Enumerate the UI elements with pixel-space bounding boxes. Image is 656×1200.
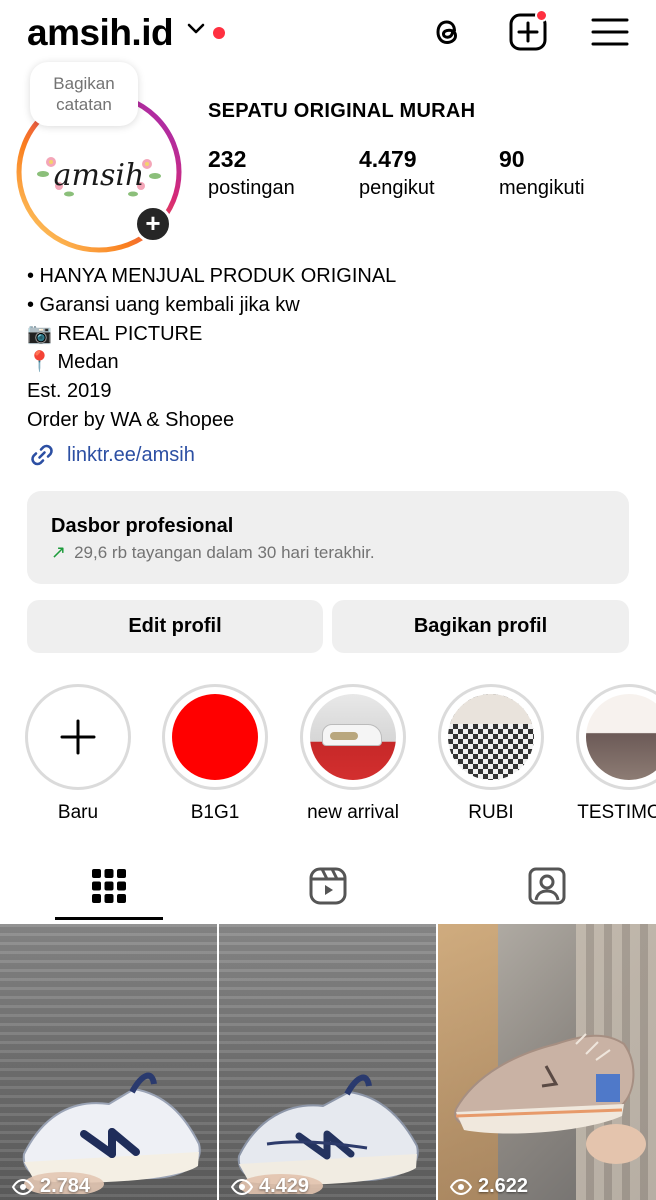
active-tab-indicator — [55, 917, 163, 920]
stat-following[interactable]: 90 mengikuti — [499, 146, 585, 200]
dashboard-title: Dasbor profesional — [51, 515, 234, 537]
menu-icon[interactable] — [590, 12, 630, 52]
highlight-circle — [438, 684, 544, 790]
professional-dashboard[interactable]: Dasbor profesional ↗ 29,6 rb tayangan da… — [27, 491, 629, 584]
highlight-circle — [576, 684, 656, 790]
view-icon — [231, 1178, 253, 1195]
post-thumbnail[interactable]: 2.784 — [0, 924, 217, 1200]
top-bar: amsih.id — [0, 0, 656, 70]
shoe-image — [22, 1072, 201, 1194]
view-icon — [12, 1178, 34, 1195]
dashboard-subtitle-text: 29,6 rb tayangan dalam 30 hari terakhir. — [74, 542, 375, 562]
bio-line: • HANYA MENJUAL PRODUK ORIGINAL — [27, 265, 397, 287]
highlight-new-arrival[interactable]: new arrival — [299, 684, 407, 824]
post-thumbnail[interactable]: 4.429 — [219, 924, 436, 1200]
stat-followers[interactable]: 4.479 pengikut — [359, 146, 435, 200]
stat-posts-value: 232 — [208, 146, 247, 172]
highlight-cover — [586, 694, 656, 780]
threads-icon[interactable] — [427, 12, 467, 52]
highlight-cover — [172, 694, 258, 780]
highlight-label: B1G1 — [190, 802, 240, 823]
share-profile-button[interactable]: Bagikan profil — [332, 600, 629, 653]
stat-following-label: mengikuti — [499, 177, 585, 199]
bio-link[interactable]: linktr.ee/amsih — [27, 440, 195, 470]
highlight-new-circle — [25, 684, 131, 790]
profile-tabs — [0, 850, 656, 922]
link-icon — [31, 444, 53, 466]
chevron-down-icon[interactable] — [186, 22, 206, 36]
highlight-cover — [310, 694, 396, 780]
stat-followers-label: pengikut — [359, 177, 435, 199]
account-username[interactable]: amsih.id — [27, 12, 174, 54]
view-icon — [450, 1178, 472, 1195]
view-count-text: 4.429 — [259, 1175, 310, 1197]
post-view-count: 2.622 — [450, 1175, 528, 1198]
shoe-image — [237, 1074, 419, 1194]
stat-followers-value: 4.479 — [359, 146, 417, 172]
view-count-text: 2.784 — [40, 1175, 91, 1197]
stat-following-value: 90 — [499, 146, 525, 172]
highlight-b1g1[interactable]: B1G1 — [161, 684, 269, 824]
shoe-image — [454, 1033, 646, 1164]
bio-line: 📷 REAL PICTURE — [27, 322, 203, 345]
dashboard-subtitle: ↗ 29,6 rb tayangan dalam 30 hari terakhi… — [51, 542, 375, 563]
highlight-cover — [448, 694, 534, 780]
profile-bio: • HANYA MENJUAL PRODUK ORIGINAL • Garans… — [27, 262, 396, 435]
post-view-count: 4.429 — [231, 1175, 309, 1198]
tagged-icon[interactable] — [527, 866, 567, 906]
view-count-text: 2.622 — [478, 1175, 529, 1197]
highlight-label: TESTIMONI — [577, 802, 656, 823]
highlight-label: new arrival — [307, 802, 399, 823]
highlight-rubi[interactable]: RUBI — [437, 684, 545, 824]
create-notification-dot — [535, 9, 548, 22]
stat-posts-label: postingan — [208, 177, 295, 199]
bio-line: Order by WA & Shopee — [27, 408, 235, 431]
bio-link-text[interactable]: linktr.ee/amsih — [67, 444, 195, 467]
plus-icon — [60, 719, 96, 755]
grid-icon[interactable] — [89, 866, 129, 906]
bio-line: 📍 Medan — [27, 351, 119, 374]
profile-full-name: SEPATU ORIGINAL MURAH — [208, 100, 476, 122]
highlight-testimoni[interactable]: TESTIMONI — [575, 684, 656, 824]
add-story-button[interactable]: + — [134, 205, 172, 243]
post-thumbnail[interactable]: 2.622 — [438, 924, 656, 1200]
posts-grid: 2.784 4.429 2.622 — [0, 924, 656, 1200]
bio-line: • Garansi uang kembali jika kw — [27, 293, 300, 316]
trend-up-icon: ↗ — [51, 542, 67, 562]
highlight-circle — [162, 684, 268, 790]
reels-icon[interactable] — [308, 866, 348, 906]
highlight-circle — [300, 684, 406, 790]
avatar-logo-text: amsih — [53, 158, 145, 193]
edit-profile-button[interactable]: Edit profil — [27, 600, 323, 653]
highlight-new[interactable]: Baru — [24, 684, 132, 824]
highlight-label: Baru — [57, 802, 99, 823]
post-view-count: 2.784 — [12, 1175, 90, 1198]
bio-line: Est. 2019 — [27, 380, 112, 403]
account-notification-dot — [213, 27, 225, 39]
note-bubble[interactable]: Bagikan catatan — [30, 62, 138, 126]
stat-posts[interactable]: 232 postingan — [208, 146, 295, 200]
highlight-label: RUBI — [468, 802, 514, 823]
